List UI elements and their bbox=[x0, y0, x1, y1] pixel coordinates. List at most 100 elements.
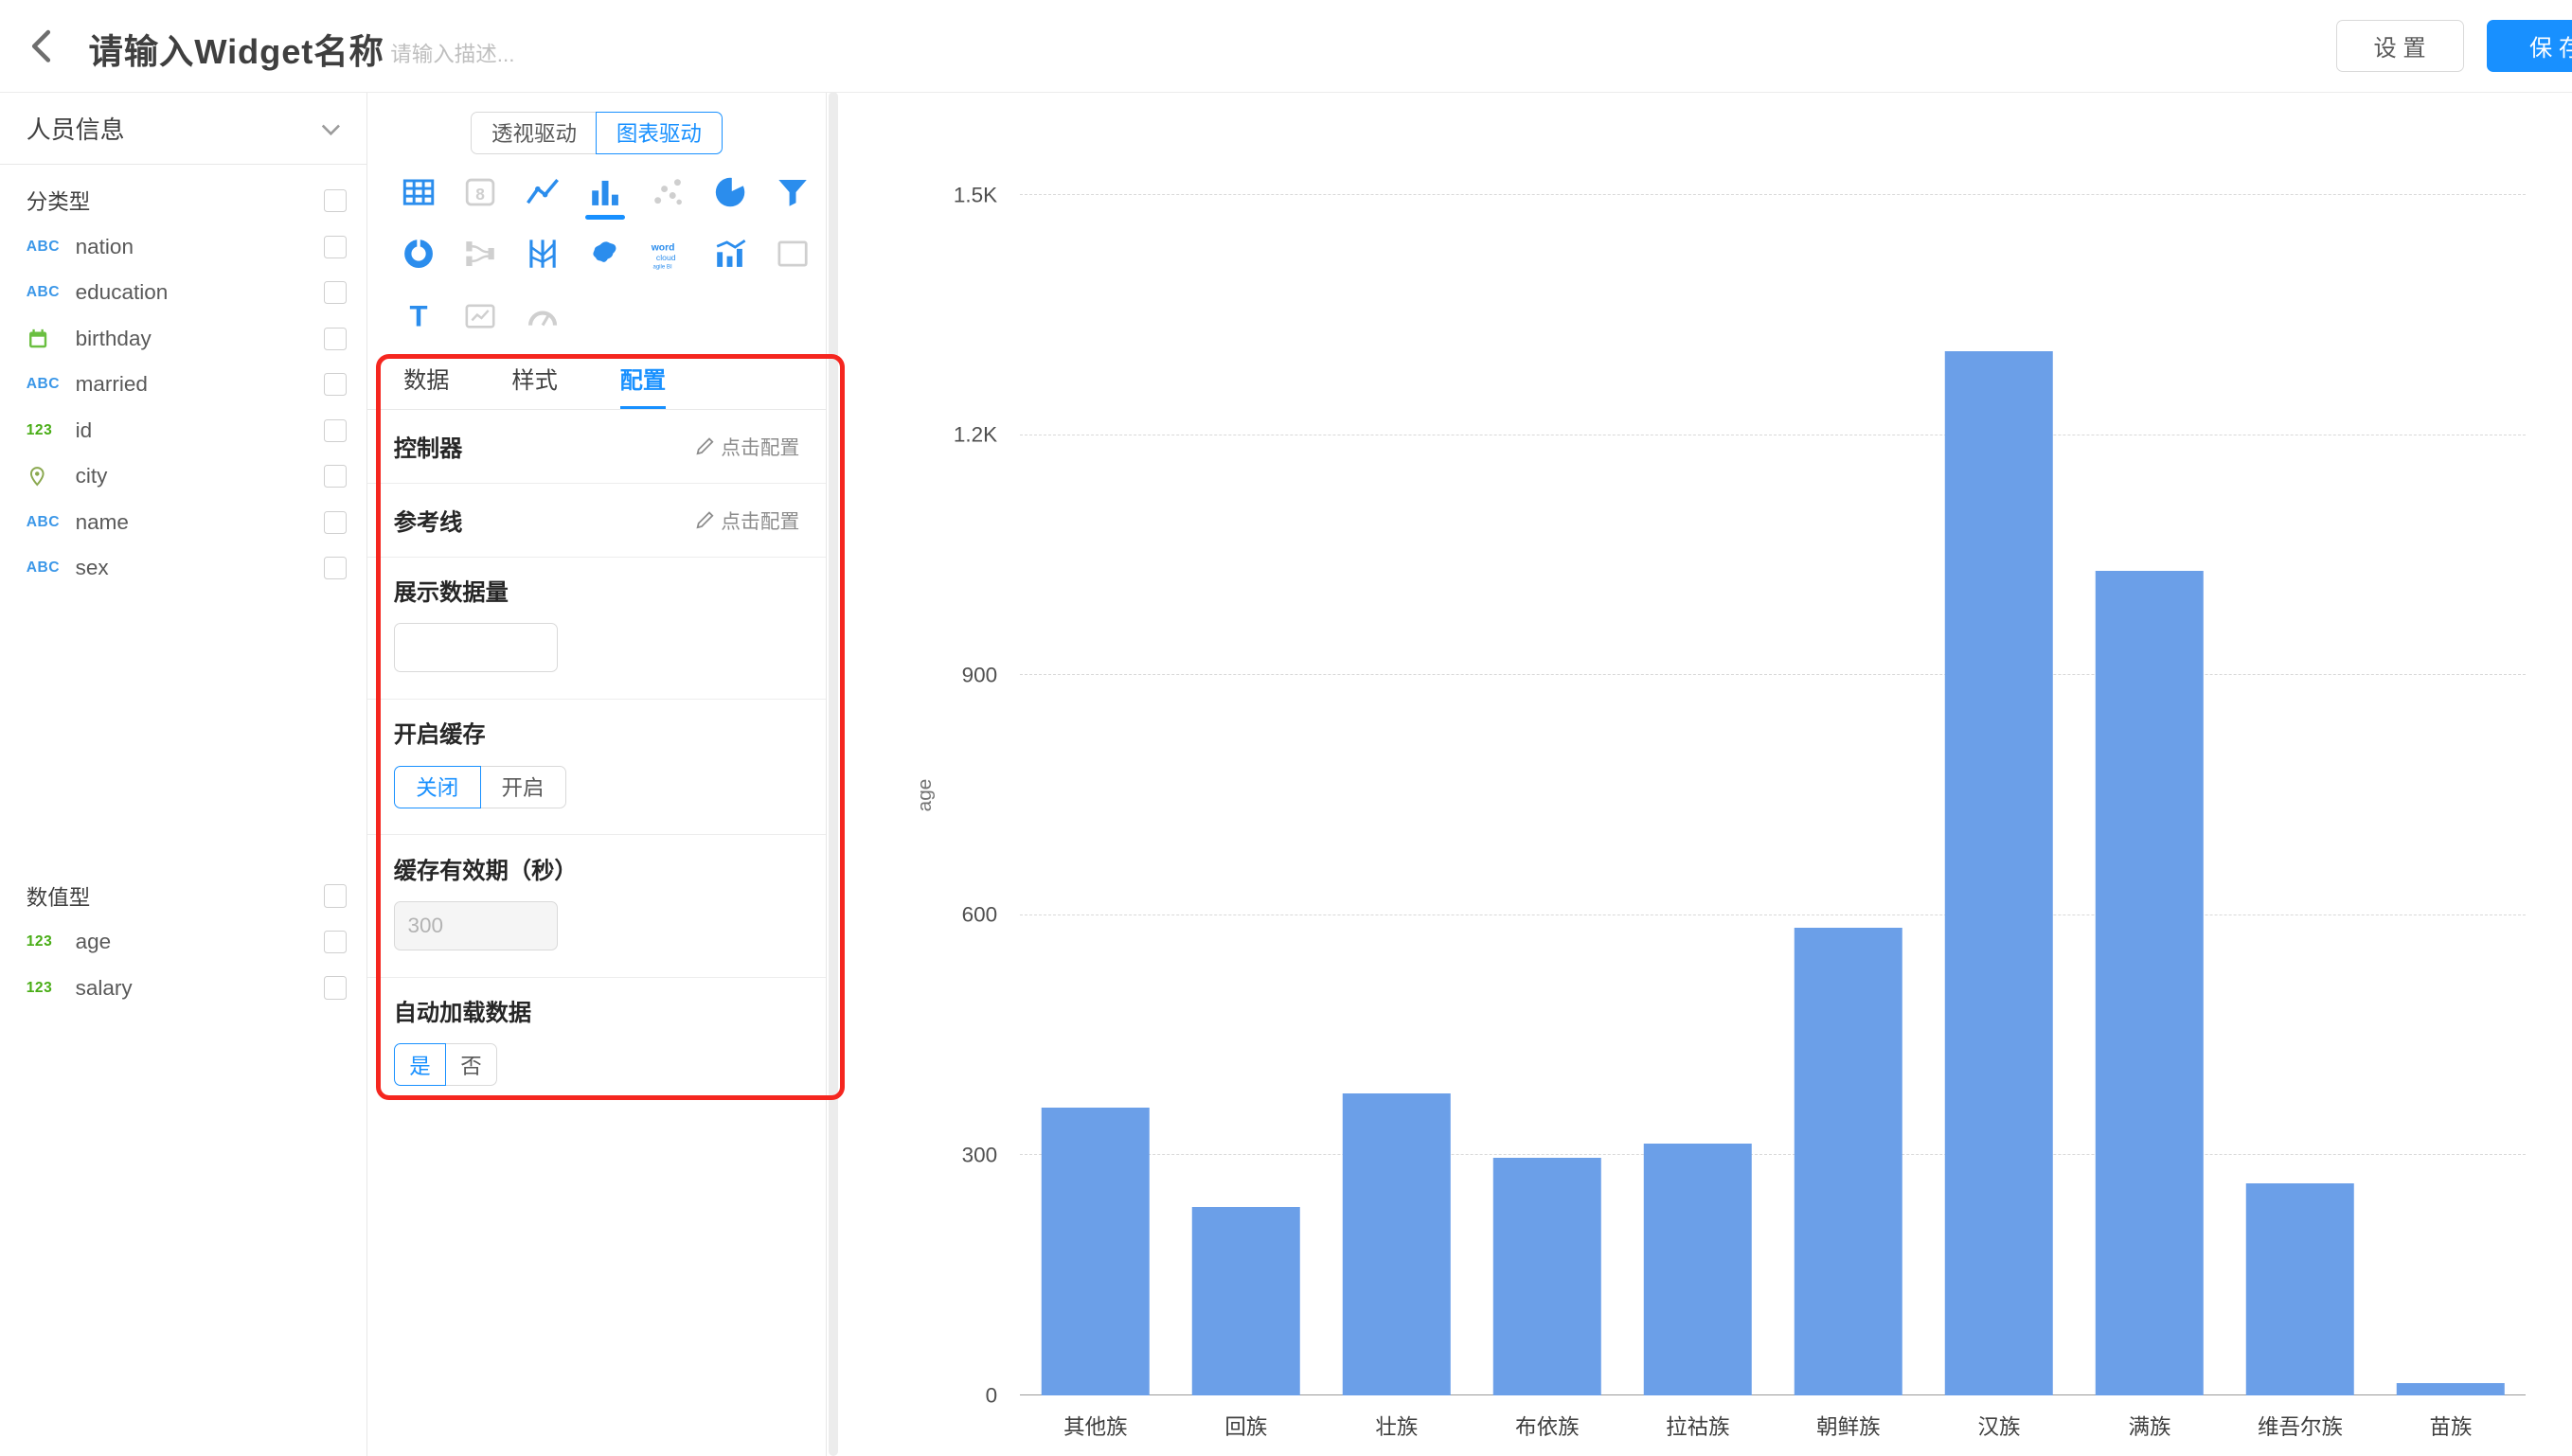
panel-tabs: 数据 样式 配置 bbox=[367, 351, 826, 410]
chart-type-speedometer-icon[interactable] bbox=[511, 285, 574, 347]
field-section-label: 数值型 bbox=[27, 881, 91, 912]
autoload-no-button[interactable]: 否 bbox=[445, 1043, 498, 1086]
field-checkbox[interactable] bbox=[324, 236, 347, 258]
bar-band bbox=[2375, 195, 2526, 1395]
chart-type-doughnut-icon[interactable] bbox=[387, 223, 450, 286]
cache-row: 开启缓存 关闭开启 bbox=[367, 700, 826, 835]
field-type-number-icon: 123 bbox=[27, 980, 76, 997]
y-axis-title: age bbox=[914, 779, 937, 812]
bar-壮族[interactable] bbox=[1343, 1093, 1451, 1396]
bar-回族[interactable] bbox=[1192, 1207, 1300, 1395]
chart-type-map-icon[interactable] bbox=[574, 223, 636, 286]
calendar-icon bbox=[27, 328, 49, 350]
chart-type-table-icon[interactable] bbox=[387, 161, 450, 223]
bar-朝鲜族[interactable] bbox=[1795, 928, 1902, 1395]
location-pin-icon bbox=[27, 466, 48, 488]
bar-汉族[interactable] bbox=[1945, 351, 2053, 1395]
field-checkbox[interactable] bbox=[324, 557, 347, 579]
chart-type-text-icon[interactable]: T bbox=[387, 285, 450, 347]
mode-chart-button[interactable]: 图表驱动 bbox=[596, 112, 723, 154]
display-limit-input[interactable] bbox=[394, 623, 558, 672]
controller-configure-link[interactable]: 点击配置 bbox=[695, 432, 800, 460]
cache-on-button[interactable]: 开启 bbox=[479, 766, 566, 808]
mode-pivot-button[interactable]: 透视驱动 bbox=[471, 112, 598, 154]
field-salary[interactable]: 123salary bbox=[0, 965, 366, 1010]
chart-type-parallel-icon[interactable] bbox=[511, 223, 574, 286]
chart-type-scatter-icon[interactable] bbox=[636, 161, 699, 223]
field-checkbox[interactable] bbox=[324, 419, 347, 442]
x-tick-label: 回族 bbox=[1170, 1411, 1321, 1441]
field-sex[interactable]: ABCsex bbox=[0, 545, 366, 591]
tab-config[interactable]: 配置 bbox=[620, 351, 666, 409]
field-married[interactable]: ABCmarried bbox=[0, 362, 366, 407]
field-city[interactable]: city bbox=[0, 453, 366, 499]
dataset-selector[interactable]: 人员信息 bbox=[0, 92, 366, 165]
field-type-abc-icon: ABC bbox=[27, 376, 76, 393]
bar-band bbox=[1923, 195, 2074, 1395]
field-birthday[interactable]: birthday bbox=[0, 315, 366, 361]
save-button[interactable]: 保 存 bbox=[2487, 20, 2572, 72]
field-checkbox[interactable] bbox=[324, 281, 347, 304]
bar-布依族[interactable] bbox=[1493, 1158, 1601, 1395]
field-checkbox[interactable] bbox=[324, 511, 347, 534]
section-checkbox[interactable] bbox=[324, 884, 347, 907]
bar-维吾尔族[interactable] bbox=[2246, 1183, 2354, 1395]
field-label: married bbox=[76, 372, 324, 397]
chart-type-gauge-icon[interactable] bbox=[450, 285, 512, 347]
field-age[interactable]: 123age bbox=[0, 919, 366, 965]
chart-type-line-icon[interactable] bbox=[511, 161, 574, 223]
back-button[interactable] bbox=[23, 27, 63, 66]
reference-configure-link[interactable]: 点击配置 bbox=[695, 506, 800, 534]
field-checkbox[interactable] bbox=[324, 976, 347, 999]
field-id[interactable]: 123id bbox=[0, 407, 366, 453]
y-tick-label: 600 bbox=[962, 905, 1021, 927]
field-nation[interactable]: ABCnation bbox=[0, 224, 366, 270]
bar-其他族[interactable] bbox=[1042, 1108, 1150, 1395]
chart-type-bar-icon[interactable] bbox=[574, 161, 636, 223]
field-checkbox[interactable] bbox=[324, 931, 347, 953]
tab-data[interactable]: 数据 bbox=[403, 351, 449, 409]
bar-band bbox=[2074, 195, 2224, 1395]
widget-description-input[interactable]: 请输入描述... bbox=[390, 38, 514, 68]
bar-series bbox=[1020, 195, 2526, 1395]
display-limit-label: 展示数据量 bbox=[394, 574, 800, 607]
x-tick-label: 汉族 bbox=[1923, 1411, 2074, 1441]
field-label: nation bbox=[76, 235, 324, 259]
svg-text:cloud: cloud bbox=[656, 253, 676, 262]
widget-name-input[interactable]: 请输入Widget名称 bbox=[89, 25, 384, 74]
field-checkbox[interactable] bbox=[324, 328, 347, 350]
field-label: city bbox=[76, 464, 324, 488]
y-tick-label: 300 bbox=[962, 1145, 1021, 1166]
settings-button[interactable]: 设 置 bbox=[2336, 20, 2464, 72]
section-checkbox[interactable] bbox=[324, 189, 347, 212]
widget-editor: 请输入Widget名称 请输入描述... 设 置 保 存 人员信息 分类型ABC… bbox=[0, 0, 2572, 1456]
tab-style[interactable]: 样式 bbox=[511, 351, 557, 409]
field-checkbox[interactable] bbox=[324, 465, 347, 488]
header: 请输入Widget名称 请输入描述... 设 置 保 存 bbox=[0, 0, 2572, 93]
x-tick-label: 拉祜族 bbox=[1622, 1411, 1773, 1441]
chart-type-dual-axis-icon[interactable] bbox=[699, 223, 761, 286]
bar-苗族[interactable] bbox=[2397, 1383, 2505, 1395]
chart-type-scorecard-icon[interactable]: 8 bbox=[450, 161, 512, 223]
bar-拉祜族[interactable] bbox=[1644, 1144, 1752, 1395]
fields-sidebar: 人员信息 分类型ABCnationABCeducationbirthdayABC… bbox=[0, 92, 367, 1456]
configure-link-label: 点击配置 bbox=[721, 506, 799, 534]
field-checkbox[interactable] bbox=[324, 373, 347, 396]
cache-off-button[interactable]: 关闭 bbox=[394, 766, 481, 808]
chart-type-iframe-icon[interactable] bbox=[761, 223, 824, 286]
chart-type-sankey-icon[interactable] bbox=[450, 223, 512, 286]
y-tick-label: 1.5K bbox=[954, 185, 1021, 206]
chart-type-funnel-icon[interactable] bbox=[761, 161, 824, 223]
x-tick-label: 朝鲜族 bbox=[1773, 1411, 1923, 1441]
field-education[interactable]: ABCeducation bbox=[0, 270, 366, 315]
chart-type-wordcloud-icon[interactable]: wordcloudagile BI bbox=[636, 223, 699, 286]
svg-text:word: word bbox=[651, 243, 675, 254]
field-name[interactable]: ABCname bbox=[0, 499, 366, 544]
panel-scrollbar[interactable] bbox=[829, 92, 838, 1456]
bar-满族[interactable] bbox=[2096, 571, 2204, 1395]
field-type-location-icon bbox=[27, 466, 76, 488]
autoload-row: 自动加载数据 是否 bbox=[367, 978, 826, 1112]
autoload-yes-button[interactable]: 是 bbox=[394, 1043, 447, 1086]
svg-text:8: 8 bbox=[476, 184, 486, 203]
chart-type-pie-icon[interactable] bbox=[699, 161, 761, 223]
